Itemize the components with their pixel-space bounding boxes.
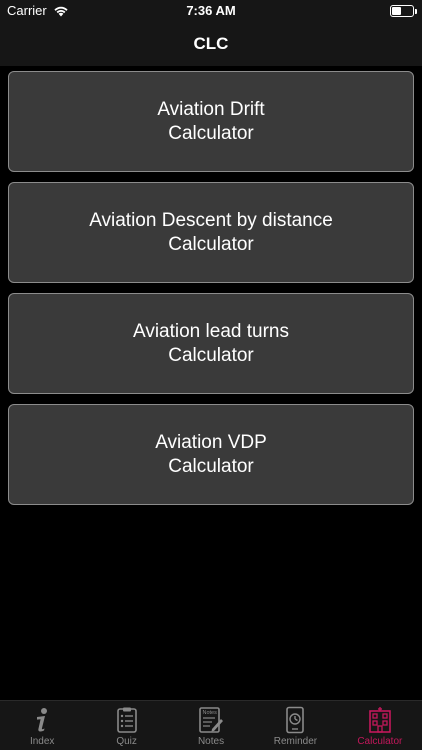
tab-label: Calculator bbox=[357, 736, 403, 747]
tab-notes[interactable]: Notes Notes bbox=[169, 701, 253, 750]
svg-text:Notes: Notes bbox=[203, 710, 218, 716]
clock-icon bbox=[286, 706, 305, 734]
button-label-line1: Aviation Descent by distance bbox=[89, 209, 333, 231]
tab-quiz[interactable]: Quiz bbox=[84, 701, 168, 750]
button-label-line2: Calculator bbox=[168, 233, 254, 255]
tab-index[interactable]: Index bbox=[0, 701, 84, 750]
status-time: 7:36 AM bbox=[186, 3, 236, 18]
battery-level bbox=[392, 7, 401, 15]
nav-bar: CLC bbox=[0, 22, 422, 66]
drift-calculator-button[interactable]: Aviation Drift Calculator bbox=[8, 71, 414, 172]
button-label-line1: Aviation Drift bbox=[157, 98, 265, 120]
tab-reminder[interactable]: Reminder bbox=[253, 701, 337, 750]
battery-icon bbox=[390, 5, 417, 17]
lead-turns-calculator-button[interactable]: Aviation lead turns Calculator bbox=[8, 293, 414, 394]
descent-calculator-button[interactable]: Aviation Descent by distance Calculator bbox=[8, 182, 414, 283]
button-label-line2: Calculator bbox=[168, 122, 254, 144]
page-title: CLC bbox=[193, 34, 229, 53]
tab-label: Notes bbox=[197, 736, 225, 747]
button-label-line1: Aviation lead turns bbox=[133, 320, 289, 342]
screen: Carrier 7:36 AM CLC Aviation Drift Calcu… bbox=[0, 0, 422, 750]
tab-bar: Index Quiz Notes Notes Reminder Calculat… bbox=[0, 700, 422, 750]
info-icon bbox=[37, 708, 48, 732]
vdp-calculator-button[interactable]: Aviation VDP Calculator bbox=[8, 404, 414, 505]
notes-icon: Notes bbox=[199, 707, 224, 733]
tab-label: Reminder bbox=[273, 736, 318, 747]
clipboard-icon bbox=[116, 707, 137, 733]
button-label-line1: Aviation VDP bbox=[155, 431, 267, 453]
tab-label: Index bbox=[29, 736, 55, 747]
tab-label: Quiz bbox=[116, 736, 137, 747]
calculator-icon bbox=[369, 707, 391, 733]
button-label-line2: Calculator bbox=[168, 455, 254, 477]
tab-calculator[interactable]: Calculator bbox=[338, 701, 422, 750]
button-label-line2: Calculator bbox=[168, 344, 254, 366]
status-bar: Carrier 7:36 AM bbox=[0, 0, 422, 22]
